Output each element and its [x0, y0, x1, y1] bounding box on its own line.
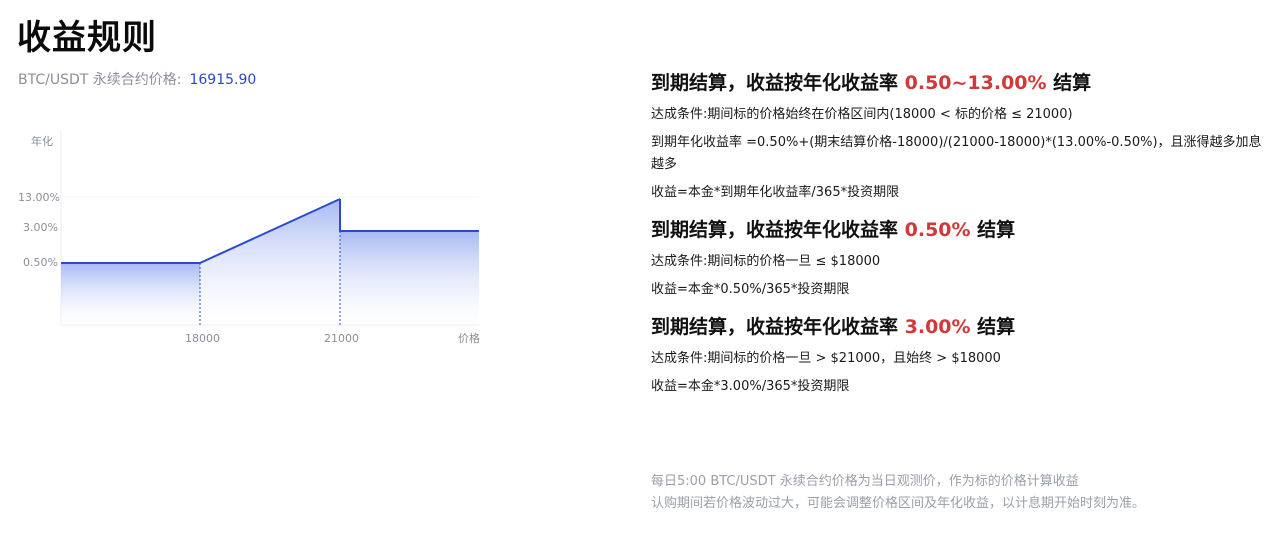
rule-condition: 达成条件:期间标的价格始终在价格区间内(18000 < 标的价格 ≤ 21000…: [651, 107, 1073, 122]
rule-heading-suffix: 结算: [970, 316, 1016, 338]
rule-formula: 到期年化收益率 =0.50%+(期末结算价格-18000)/(21000-180…: [651, 135, 1262, 172]
x-tick-18000: 18000: [185, 332, 220, 345]
rule-heading: 到期结算，收益按年化收益率 0.50~13.00% 结算: [651, 68, 1266, 98]
note-line: 每日5:00 BTC/USDT 永续合约价格为当日观测价，作为标的价格计算收益: [651, 474, 1079, 489]
page-title: 收益规则: [17, 18, 157, 58]
note-line: 认购期间若价格波动过大，可能会调整价格区间及年化收益，以计息期开始时刻为准。: [651, 496, 1146, 511]
rule-rate: 3.00%: [904, 316, 971, 338]
price-label: BTC/USDT 永续合约价格:: [18, 72, 182, 88]
rule-heading-prefix: 到期结算，收益按年化收益率: [651, 219, 905, 241]
x-tick-21000: 21000: [324, 332, 359, 345]
x-axis-label: 价格: [458, 331, 480, 345]
rule-heading-prefix: 到期结算，收益按年化收益率: [651, 316, 905, 338]
area-fill-middle: [200, 199, 340, 325]
rule-condition: 达成条件:期间标的价格一旦 > $21000，且始终 > $18000: [651, 351, 1001, 366]
rule-rate: 0.50~13.00%: [904, 72, 1047, 94]
rule-below: 到期结算，收益按年化收益率 0.50% 结算 达成条件:期间标的价格一旦 ≤ $…: [651, 215, 1266, 301]
notes: 每日5:00 BTC/USDT 永续合约价格为当日观测价，作为标的价格计算收益 …: [651, 471, 1266, 515]
yield-chart: 年化 13.00% 3.00% 0.50% 18000 21000 价格: [18, 130, 480, 345]
y-tick-3: 3.00%: [23, 221, 58, 234]
series-line-right: [339, 199, 479, 232]
price-value: 16915.90: [189, 72, 257, 88]
price-row: BTC/USDT 永续合约价格: 16915.90: [18, 70, 256, 90]
y-tick-0-5: 0.50%: [23, 256, 58, 269]
rules-panel: 到期结算，收益按年化收益率 0.50~13.00% 结算 达成条件:期间标的价格…: [651, 68, 1266, 409]
y-axis-label: 年化: [31, 134, 53, 148]
rule-rate: 0.50%: [904, 219, 971, 241]
rule-yield: 收益=本金*到期年化收益率/365*投资期限: [651, 185, 900, 200]
area-fill-left: [61, 263, 200, 325]
rule-heading: 到期结算，收益按年化收益率 3.00% 结算: [651, 312, 1266, 342]
area-fill-right: [340, 231, 479, 325]
y-tick-13: 13.00%: [18, 191, 60, 204]
rule-range: 到期结算，收益按年化收益率 0.50~13.00% 结算 达成条件:期间标的价格…: [651, 68, 1266, 204]
rule-heading-suffix: 结算: [970, 219, 1016, 241]
rule-heading-prefix: 到期结算，收益按年化收益率: [651, 72, 905, 94]
rule-heading: 到期结算，收益按年化收益率 0.50% 结算: [651, 215, 1266, 245]
rule-yield: 收益=本金*0.50%/365*投资期限: [651, 282, 850, 297]
rule-above: 到期结算，收益按年化收益率 3.00% 结算 达成条件:期间标的价格一旦 > $…: [651, 312, 1266, 398]
rule-yield: 收益=本金*3.00%/365*投资期限: [651, 379, 850, 394]
rule-condition: 达成条件:期间标的价格一旦 ≤ $18000: [651, 254, 881, 269]
rule-heading-suffix: 结算: [1046, 72, 1092, 94]
